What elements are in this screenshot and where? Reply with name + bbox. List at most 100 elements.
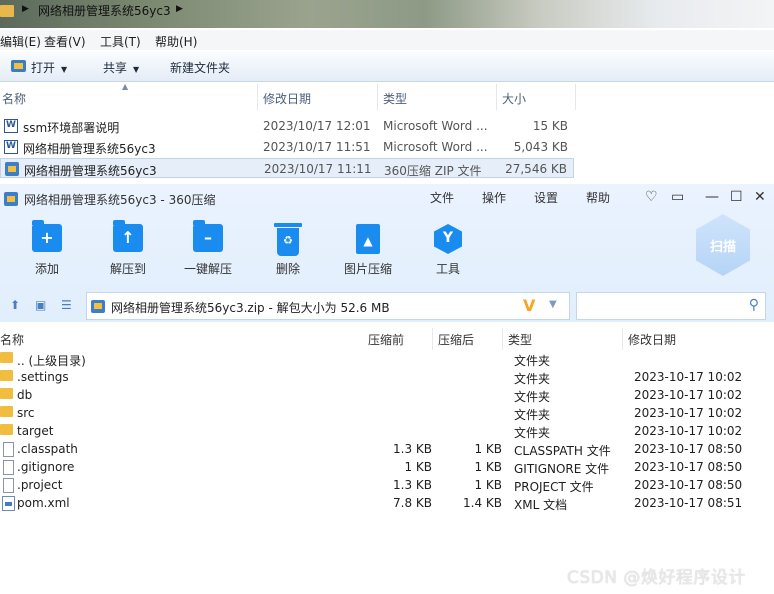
menu-file[interactable]: 文件 (430, 189, 454, 206)
chevron-down-icon[interactable]: ▼ (549, 299, 557, 310)
skin-icon[interactable]: ♡ (645, 189, 658, 205)
zip-entry-row[interactable]: pom.xml 7.8 KB 1.4 KB XML 文档 2023-10-17 08:5… (0, 495, 774, 513)
folder-icon (0, 406, 13, 417)
zip-archive-icon (4, 192, 18, 206)
entry-type: 文件夹 (514, 408, 551, 422)
entry-name: .project (17, 478, 63, 492)
entry-date: 2023-10-17 10:02 (634, 424, 743, 438)
file-row[interactable]: ssm环境部署说明 2023/10/17 12:01 Microsoft Word … (0, 116, 574, 136)
zip-entry-row[interactable]: .gitignore 1 KB 1 KB GITIGNORE 文件 2023-10-17… (0, 459, 774, 477)
minimize-icon[interactable]: — (705, 189, 719, 205)
file-row[interactable]: 网络相册管理系统56yc3 2023/10/17 11:51 Microsoft W… (0, 137, 574, 157)
zip-header: 网络相册管理系统56yc3 - 360压缩 文件 操作 设置 帮助 ♡ ▭ — … (0, 184, 774, 322)
column-date[interactable]: 修改日期 (628, 331, 676, 348)
entry-type: 文件夹 (514, 372, 551, 386)
close-icon[interactable]: ✕ (754, 189, 766, 205)
column-name[interactable]: 名称 (2, 90, 26, 107)
one-click-extract-button[interactable]: – 一键解压 (173, 220, 243, 284)
file-row[interactable]: 网络相册管理系统56yc3 2023/10/17 11:11 360压缩 ZIP 文… (0, 158, 574, 178)
column-name[interactable]: 名称 (0, 331, 24, 348)
verified-icon[interactable]: V (523, 296, 535, 315)
menu-help[interactable]: 帮助(H) (155, 33, 197, 50)
folder-icon (0, 5, 14, 17)
feedback-icon[interactable]: ▭ (671, 189, 684, 205)
list-view-icon[interactable]: ☰ (61, 298, 72, 312)
column-size-before[interactable]: 压缩前 (368, 331, 404, 348)
image-compress-icon: ▲ (356, 224, 380, 254)
zip-entry-row[interactable]: .. (上级目录) 文件夹 (0, 351, 774, 369)
add-icon: + (32, 220, 62, 252)
thumbnail-view-icon[interactable]: ▣ (35, 298, 46, 312)
entry-name: .. (上级目录) (17, 354, 86, 368)
zip-entry-row[interactable]: db 文件夹 2023-10-17 10:02 (0, 387, 774, 405)
delete-button[interactable]: ♻ 删除 (253, 223, 323, 284)
xml-file-icon (2, 496, 15, 511)
chevron-right-icon[interactable]: ▶ (176, 4, 183, 14)
folder-icon (0, 370, 13, 381)
watermark: CSDN @焕好程序设计 (567, 568, 746, 588)
scan-button[interactable]: 扫描 (696, 214, 750, 276)
chevron-down-icon: ▼ (61, 65, 68, 74)
share-button[interactable]: 共享 ▼ (103, 59, 139, 76)
file-name: ssm环境部署说明 (23, 121, 120, 135)
entry-date: 2023-10-17 08:50 (634, 460, 743, 474)
file-name: 网络相册管理系统56yc3 (23, 142, 156, 156)
file-icon (3, 442, 14, 457)
entry-size-before: 1 KB (404, 460, 432, 474)
delete-icon: ♻ (274, 223, 302, 256)
menu-edit[interactable]: 编辑(E) (0, 33, 41, 50)
folder-icon (0, 352, 13, 363)
entry-size-before: 7.8 KB (393, 496, 432, 510)
add-button[interactable]: + 添加 (12, 220, 82, 284)
search-input[interactable]: ⚲ (576, 292, 766, 320)
entry-date: 2023-10-17 10:02 (634, 370, 743, 384)
breadcrumb[interactable]: 网络相册管理系统56yc3 (38, 2, 171, 19)
entry-type: CLASSPATH 文件 (514, 444, 611, 458)
menu-tools[interactable]: 工具(T) (100, 33, 141, 50)
zip-archive-icon (91, 300, 105, 313)
menu-view[interactable]: 查看(V) (44, 33, 86, 50)
address-bar[interactable]: ▶ 网络相册管理系统56yc3 ▶ (0, 0, 774, 28)
menu-help[interactable]: 帮助 (586, 189, 610, 206)
entry-type: PROJECT 文件 (514, 480, 594, 494)
zip-entry-row[interactable]: .settings 文件夹 2023-10-17 10:02 (0, 369, 774, 387)
zip-entry-row[interactable]: src 文件夹 2023-10-17 10:02 (0, 405, 774, 423)
column-size[interactable]: 大小 (502, 90, 526, 107)
up-arrow-icon[interactable]: ⬆ (10, 298, 20, 312)
column-type[interactable]: 类型 (508, 331, 532, 348)
file-type: 360压缩 ZIP 文件 (384, 164, 482, 178)
file-type: Microsoft Word ... (383, 140, 488, 154)
entry-name: src (17, 406, 35, 420)
entry-date: 2023-10-17 08:51 (634, 496, 743, 510)
entry-date: 2023-10-17 10:02 (634, 388, 743, 402)
chevron-right-icon[interactable]: ▶ (22, 4, 29, 14)
zip-archive-icon (5, 162, 19, 176)
column-size-after[interactable]: 压缩后 (438, 331, 474, 348)
entry-name: .settings (17, 370, 69, 384)
menu-settings[interactable]: 设置 (534, 189, 558, 206)
menu-operate[interactable]: 操作 (482, 189, 506, 206)
maximize-icon[interactable]: ☐ (730, 189, 743, 205)
path-text: 网络相册管理系统56yc3.zip - 解包大小为 52.6 MB (111, 301, 390, 315)
tools-button[interactable]: Y 工具 (413, 224, 483, 284)
tools-icon: Y (434, 224, 462, 254)
column-date[interactable]: 修改日期 (263, 90, 311, 107)
search-icon[interactable]: ⚲ (749, 297, 759, 313)
extract-to-button[interactable]: ↑ 解压到 (93, 220, 163, 284)
entry-type: XML 文档 (514, 498, 568, 512)
entry-name: target (17, 424, 54, 438)
column-type[interactable]: 类型 (383, 90, 407, 107)
file-name: 网络相册管理系统56yc3 (24, 164, 157, 178)
new-folder-button[interactable]: 新建文件夹 (170, 59, 230, 76)
entry-name: .classpath (17, 442, 78, 456)
image-compress-button[interactable]: ▲ 图片压缩 (333, 224, 403, 284)
file-size: 27,546 KB (505, 162, 567, 176)
zip-entry-row[interactable]: .project 1.3 KB 1 KB PROJECT 文件 2023-10-17 0… (0, 477, 774, 495)
open-button[interactable]: 打开 ▼ (31, 59, 67, 76)
menu-bar: 编辑(E) 查看(V) 工具(T) 帮助(H) (0, 30, 774, 50)
zip-entry-row[interactable]: .classpath 1.3 KB 1 KB CLASSPATH 文件 2023-10-… (0, 441, 774, 459)
file-date: 2023/10/17 11:11 (264, 162, 372, 176)
path-field[interactable]: 网络相册管理系统56yc3.zip - 解包大小为 52.6 MB V ▼ (86, 292, 570, 320)
zip-entry-row[interactable]: target 文件夹 2023-10-17 10:02 (0, 423, 774, 441)
file-list-header: ▲ 名称 修改日期 类型 大小 (0, 82, 774, 110)
